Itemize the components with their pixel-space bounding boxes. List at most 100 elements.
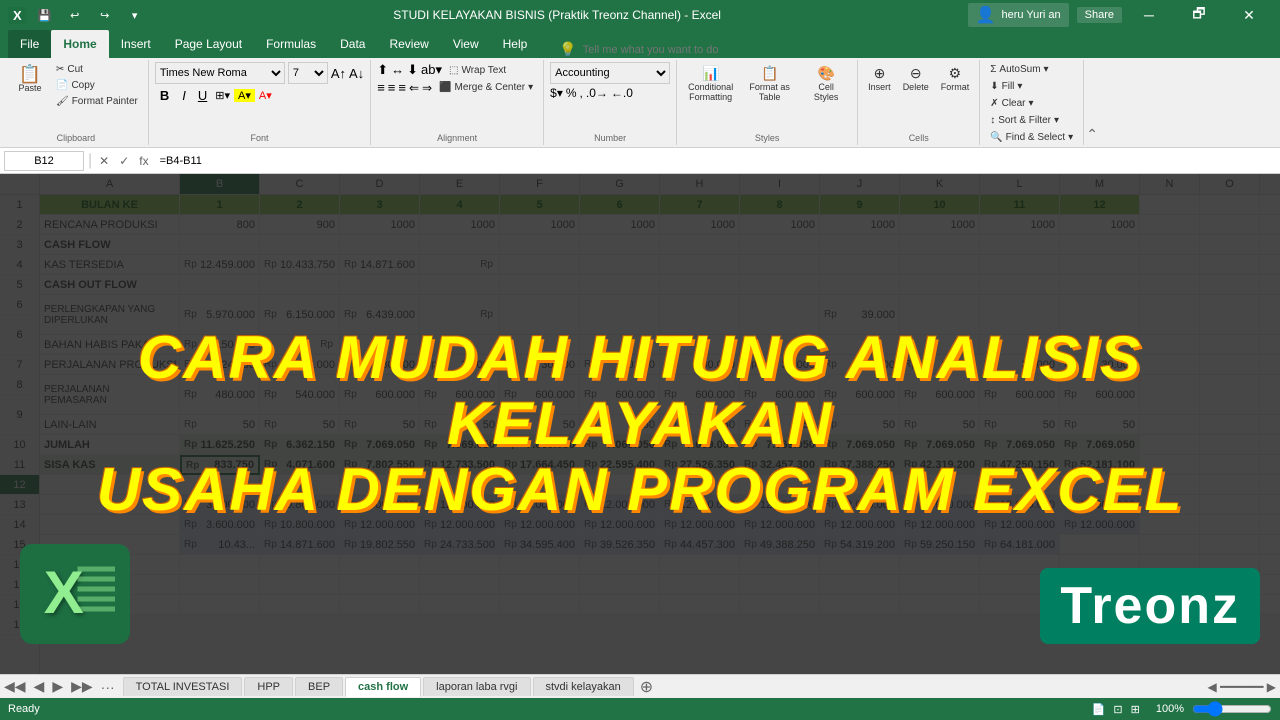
sheet-tab-stvdi[interactable]: stvdi kelayakan — [533, 677, 634, 696]
cell-h1[interactable]: 7 — [660, 195, 740, 215]
collapse-ribbon-btn[interactable]: ⌃ — [1086, 126, 1098, 143]
cell-g2[interactable]: 1000 — [580, 215, 660, 235]
cell-b1[interactable]: 1 — [180, 195, 260, 215]
tab-nav-left[interactable]: ◀◀ — [4, 678, 26, 695]
cell-o1[interactable] — [1200, 195, 1260, 215]
row-num-4[interactable]: 4 — [0, 255, 39, 275]
cell-n1[interactable] — [1140, 195, 1200, 215]
tab-nav-prev[interactable]: ◀ — [34, 678, 45, 695]
sheet-tab-laporan[interactable]: laporan laba rvgi — [423, 677, 530, 696]
cell-p1[interactable] — [1260, 195, 1280, 215]
col-header-o[interactable]: O — [1200, 174, 1260, 194]
col-header-l[interactable]: L — [980, 174, 1060, 194]
row-num-2[interactable]: 2 — [0, 215, 39, 235]
increase-decimal-btn[interactable]: .0→ — [586, 86, 608, 100]
cell-c1[interactable]: 2 — [260, 195, 340, 215]
sheet-tab-hpp[interactable]: HPP — [244, 677, 293, 696]
col-header-j[interactable]: J — [820, 174, 900, 194]
cell-d2[interactable]: 1000 — [340, 215, 420, 235]
row-num-12[interactable]: 12 — [0, 475, 39, 495]
conditional-formatting-btn[interactable]: 📊 Conditional Formatting — [683, 62, 738, 105]
cell-c6[interactable]: Rp6.150.000 — [260, 295, 340, 335]
cell-f1[interactable]: 5 — [500, 195, 580, 215]
cell-k1[interactable]: 10 — [900, 195, 980, 215]
decrease-decimal-btn[interactable]: ←.0 — [611, 86, 633, 100]
cell-e1[interactable]: 4 — [420, 195, 500, 215]
minimize-btn[interactable]: ─ — [1126, 0, 1172, 30]
cell-a7[interactable]: BAHAN HABIS PAKAI — [40, 335, 180, 355]
row-num-13[interactable]: 13 — [0, 495, 39, 515]
row-num-1[interactable]: 1 — [0, 195, 39, 215]
cell-styles-btn[interactable]: 🎨 Cell Styles — [801, 62, 851, 105]
copy-btn[interactable]: 📄 Copy — [52, 78, 142, 93]
row-num-9[interactable]: 9 — [0, 395, 39, 435]
bold-btn[interactable]: B — [155, 86, 174, 105]
insert-btn[interactable]: ⊕ Insert — [864, 62, 895, 95]
align-right-btn[interactable]: ≡ — [398, 80, 406, 95]
cell-c2[interactable]: 900 — [260, 215, 340, 235]
undo-qat-btn[interactable]: ↩ — [63, 3, 87, 27]
align-bottom-btn[interactable]: ⬇ — [407, 62, 418, 78]
cell-f2[interactable]: 1000 — [500, 215, 580, 235]
cell-b6[interactable]: Rp5.970.000 — [180, 295, 260, 335]
col-header-k[interactable]: K — [900, 174, 980, 194]
col-header-h[interactable]: H — [660, 174, 740, 194]
col-header-e[interactable]: E — [420, 174, 500, 194]
view-normal-btn[interactable]: 📄 — [1092, 703, 1106, 716]
customize-qat-btn[interactable]: ▾ — [123, 3, 147, 27]
col-header-d[interactable]: D — [340, 174, 420, 194]
cut-btn[interactable]: ✂ Cut — [52, 62, 142, 77]
col-header-g[interactable]: G — [580, 174, 660, 194]
col-header-n[interactable]: N — [1140, 174, 1200, 194]
user-account[interactable]: 👤 heru Yuri an — [968, 3, 1069, 27]
align-middle-btn[interactable]: ↔ — [391, 62, 404, 78]
cell-b4[interactable]: Rp12.459.000 — [180, 255, 260, 275]
tab-nav-next[interactable]: ▶ — [52, 678, 63, 695]
merge-center-btn[interactable]: ⬛ Merge & Center▾ — [435, 80, 537, 95]
highlight-color-btn[interactable]: A▾ — [234, 89, 255, 102]
row-num-3[interactable]: 3 — [0, 235, 39, 255]
tab-file[interactable]: File — [8, 30, 51, 58]
row-num-6b[interactable]: 6 — [0, 315, 39, 355]
col-header-f[interactable]: F — [500, 174, 580, 194]
cell-a9[interactable]: PERJALANAN PEMASARAN — [40, 375, 180, 415]
row-num-11[interactable]: 11 — [0, 455, 39, 475]
cell-l2[interactable]: 1000 — [980, 215, 1060, 235]
cell-a12[interactable]: SISA KAS — [40, 455, 180, 475]
delete-btn[interactable]: ⊖ Delete — [899, 62, 933, 95]
share-btn[interactable]: Share — [1077, 7, 1122, 23]
col-header-a[interactable]: A — [40, 174, 180, 194]
format-painter-btn[interactable]: 🖌 Format Painter — [52, 94, 142, 109]
row-num-5[interactable]: 5 — [0, 275, 39, 295]
name-box[interactable] — [4, 151, 84, 171]
cell-d4[interactable]: Rp14.871.600 — [340, 255, 420, 275]
find-select-btn[interactable]: 🔍 Find & Select▾ — [986, 130, 1077, 145]
sort-filter-btn[interactable]: ↕ Sort & Filter▾ — [986, 113, 1063, 128]
cell-a6[interactable]: PERLENGKAPAN YANG DIPERLUKAN — [40, 295, 180, 335]
view-layout-btn[interactable]: ⊡ — [1113, 703, 1122, 716]
autosum-btn[interactable]: Σ AutoSum▾ — [986, 62, 1052, 77]
decrease-font-btn[interactable]: A↓ — [349, 66, 364, 81]
border-btn[interactable]: ⊞▾ — [215, 89, 230, 102]
add-sheet-btn[interactable]: ⊕ — [640, 677, 653, 697]
tab-insert[interactable]: Insert — [109, 30, 163, 58]
cancel-formula-btn[interactable]: ✕ — [96, 154, 112, 168]
decrease-indent-btn[interactable]: ⇐ — [409, 81, 419, 95]
tab-nav-dots[interactable]: ··· — [101, 679, 115, 695]
sheet-tab-cash-flow[interactable]: cash flow — [345, 677, 421, 697]
tab-help[interactable]: Help — [491, 30, 540, 58]
align-left-btn[interactable]: ≡ — [377, 80, 385, 95]
cell-d1[interactable]: 3 — [340, 195, 420, 215]
cell-b2[interactable]: 800 — [180, 215, 260, 235]
tab-view[interactable]: View — [441, 30, 491, 58]
tab-review[interactable]: Review — [377, 30, 440, 58]
cell-a3[interactable]: CASH FLOW — [40, 235, 180, 255]
cell-b8[interactable]: Rp24.000 — [180, 355, 260, 375]
font-size-select[interactable]: 7 — [288, 62, 328, 84]
cell-a2[interactable]: RENCANA PRODUKSI — [40, 215, 180, 235]
cell-d7[interactable] — [340, 335, 420, 355]
horizontal-scrollbar[interactable]: ◀ ━━━━━━ ▶ — [1208, 680, 1276, 694]
cell-a1[interactable]: BULAN KE — [40, 195, 180, 215]
cell-a4[interactable]: KAS TERSEDIA — [40, 255, 180, 275]
fill-btn[interactable]: ⬇ Fill▾ — [986, 79, 1026, 94]
